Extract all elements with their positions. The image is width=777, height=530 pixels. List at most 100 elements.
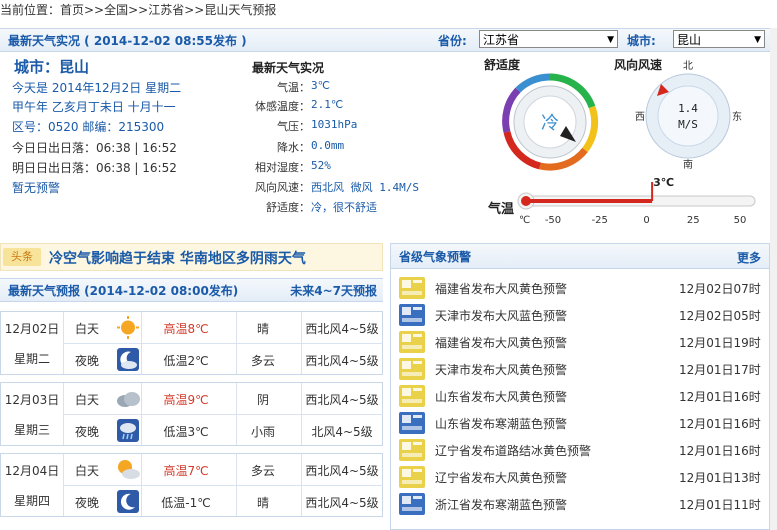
sun-cloud-icon <box>113 457 143 482</box>
alert-text[interactable]: 天津市发布大风黄色预警 <box>435 361 567 378</box>
alert-time: 12月01日16时 <box>679 390 761 404</box>
alert-time: 12月01日11时 <box>679 498 761 512</box>
forecast-date-cell: 12月03日 星期三 <box>1 383 64 445</box>
cloud-icon <box>113 386 143 411</box>
thermometer-label: 气温 <box>488 202 515 217</box>
alert-time: 12月01日19时 <box>679 336 761 350</box>
compass-south: 南 <box>683 158 693 171</box>
chevron-down-icon: ▼ <box>607 35 614 45</box>
thermometer-tick-label: -50 <box>545 215 561 226</box>
headline-link[interactable]: 冷空气影响趋于结束 华南地区多阴雨天气 <box>49 248 306 268</box>
temperature: 高温9℃ <box>163 393 209 407</box>
city-name: 城市：昆山 <box>14 58 90 76</box>
alert-item[interactable]: 浙江省发布寒潮蓝色预警 12月01日11时 <box>391 491 769 517</box>
alert-item[interactable]: 辽宁省发布大风黄色预警 12月01日13时 <box>391 464 769 490</box>
alerts-header: 省级气象预警 更多 <box>391 244 769 269</box>
alert-item[interactable]: 天津市发布大风蓝色预警 12月02日05时 <box>391 302 769 328</box>
alert-time: 12月01日13时 <box>679 471 761 485</box>
alert-text[interactable]: 辽宁省发布道路结冰黄色预警 <box>435 442 591 459</box>
area-postal-codes: 区号：0520 邮编：215300 <box>12 120 165 134</box>
alerts-more-link[interactable]: 更多 <box>737 249 761 266</box>
thermometer-tick-label: 0 <box>643 215 649 226</box>
rain-icon <box>113 418 143 443</box>
breadcrumb[interactable]: 当前位置：首页>>全国>>江苏省>>昆山天气预报 <box>0 0 276 20</box>
alert-text[interactable]: 辽宁省发布大风黄色预警 <box>435 469 567 486</box>
observation-value: 0.0mm <box>311 139 345 152</box>
weather-condition: 小雨 <box>250 425 275 439</box>
warning-signal-icon <box>399 385 425 407</box>
observation-key: 舒适度： <box>266 201 310 214</box>
observation-key: 气温： <box>277 81 310 94</box>
forecast-header-bar: 最新天气预报 (2014-12-02 08:00发布) 未来4~7天预报 <box>0 278 383 302</box>
wind-condition: 西北风4~5级 <box>305 496 379 510</box>
headline-bar[interactable]: 头条 冷空气影响趋于结束 华南地区多阴雨天气 <box>0 243 383 271</box>
column-divider <box>141 454 142 516</box>
future-forecast-link[interactable]: 未来4~7天预报 <box>290 282 377 299</box>
period-label: 夜晚 <box>74 496 99 510</box>
alert-item[interactable]: 天津市发布大风黄色预警 12月01日17时 <box>391 356 769 382</box>
observation-value: 2.1℃ <box>311 98 344 111</box>
province-select[interactable]: 江苏省 ▼ <box>479 30 618 48</box>
headline-tag: 头条 <box>3 248 41 266</box>
alert-time: 12月01日16时 <box>679 444 761 458</box>
chevron-down-icon: ▼ <box>754 35 761 45</box>
alert-text[interactable]: 山东省发布寒潮蓝色预警 <box>435 415 567 432</box>
alert-text[interactable]: 福建省发布大风黄色预警 <box>435 334 567 351</box>
city-select-value: 昆山 <box>677 33 702 47</box>
alert-text[interactable]: 山东省发布大风黄色预警 <box>435 388 567 405</box>
observation-value: 西北风 微风 1.4M/S <box>311 181 419 194</box>
weather-condition: 阴 <box>256 393 269 407</box>
wind-compass: 北 南 东 西 1.4 M/S <box>635 60 742 171</box>
observation-header-title: 最新天气实况 ( 2014-12-02 08:55发布 ) <box>8 34 247 48</box>
thermometer-tick-label: -25 <box>592 215 608 226</box>
forecast-day: 12月02日 星期二 白天 高温8℃ 晴西北风4~5级 夜晚 低温2℃ 多云 西北风4~5级 <box>0 311 383 375</box>
column-divider <box>236 383 237 445</box>
city-select[interactable]: 昆山 ▼ <box>673 30 765 48</box>
forecast-row-day: 白天 高温9℃ 阴 西北风4~5级 <box>63 383 383 414</box>
forecast-row-night: 夜晚 低温-1℃ 晴 西北风4~5级 <box>63 485 383 517</box>
alert-item[interactable]: 山东省发布大风黄色预警 12月01日16时 <box>391 383 769 409</box>
wind-condition: 北风4~5级 <box>311 425 373 439</box>
forecast-title: 最新天气预报 (2014-12-02 08:00发布) <box>8 284 239 298</box>
compass-east: 东 <box>732 110 742 123</box>
alert-item[interactable]: 福建省发布大风黄色预警 12月01日19时 <box>391 329 769 355</box>
period-label: 白天 <box>74 464 99 478</box>
lunar-date: 甲午年 乙亥月丁未日 十月十一 <box>12 100 176 114</box>
moon-icon <box>113 489 143 514</box>
wind-speed-value: 1.4 <box>678 102 698 115</box>
column-divider <box>141 383 142 445</box>
period-label: 夜晚 <box>74 354 99 368</box>
forecast-date: 12月04日 <box>4 464 60 478</box>
weather-condition: 多云 <box>250 464 275 478</box>
warning-signal-icon <box>399 277 425 299</box>
warning-signal-icon <box>399 466 425 488</box>
thermometer-tick-label: 50 <box>734 215 747 226</box>
observation-value: 3℃ <box>311 79 330 92</box>
alert-time: 12月02日05时 <box>679 309 761 323</box>
forecast-weekday: 星期二 <box>13 352 50 366</box>
observation-header-bar: 最新天气实况 ( 2014-12-02 08:55发布 ) 省份: 江苏省 ▼ … <box>0 28 770 52</box>
column-divider <box>301 454 302 516</box>
city-label: 城市: <box>627 34 656 48</box>
alert-text[interactable]: 天津市发布大风蓝色预警 <box>435 307 567 324</box>
observation-value: 冷，很不舒适 <box>311 201 377 214</box>
alert-item[interactable]: 山东省发布寒潮蓝色预警 12月01日16时 <box>391 410 769 436</box>
alert-item[interactable]: 福建省发布大风黄色预警 12月02日07时 <box>391 275 769 301</box>
weather-condition: 晴 <box>256 496 269 510</box>
forecast-day: 12月04日 星期四 白天 高温7℃ 多云 西北风4~5级 夜晚 低温-1℃ 晴西北风4~5级 <box>0 453 383 517</box>
temperature: 高温8℃ <box>163 322 209 336</box>
compass-north: 北 <box>683 60 693 72</box>
alert-text[interactable]: 福建省发布大风黄色预警 <box>435 280 567 297</box>
observation-key: 风向风速： <box>255 181 310 194</box>
thermometer-unit: ℃ <box>519 215 530 226</box>
observation-value: 52% <box>311 159 331 172</box>
wind-condition: 西北风4~5级 <box>305 464 379 478</box>
alert-text[interactable]: 浙江省发布寒潮蓝色预警 <box>435 496 567 513</box>
page-scrollbar[interactable] <box>770 28 777 530</box>
temperature: 高温7℃ <box>163 464 209 478</box>
alert-item[interactable]: 辽宁省发布道路结冰黄色预警 12月01日16时 <box>391 437 769 463</box>
forecast-date-cell: 12月02日 星期二 <box>1 312 64 374</box>
thermometer-tick-label: 25 <box>687 215 700 226</box>
today-sunrise-sunset: 今日日出日落：06:38 | 16:52 <box>12 141 177 155</box>
column-divider <box>236 312 237 374</box>
